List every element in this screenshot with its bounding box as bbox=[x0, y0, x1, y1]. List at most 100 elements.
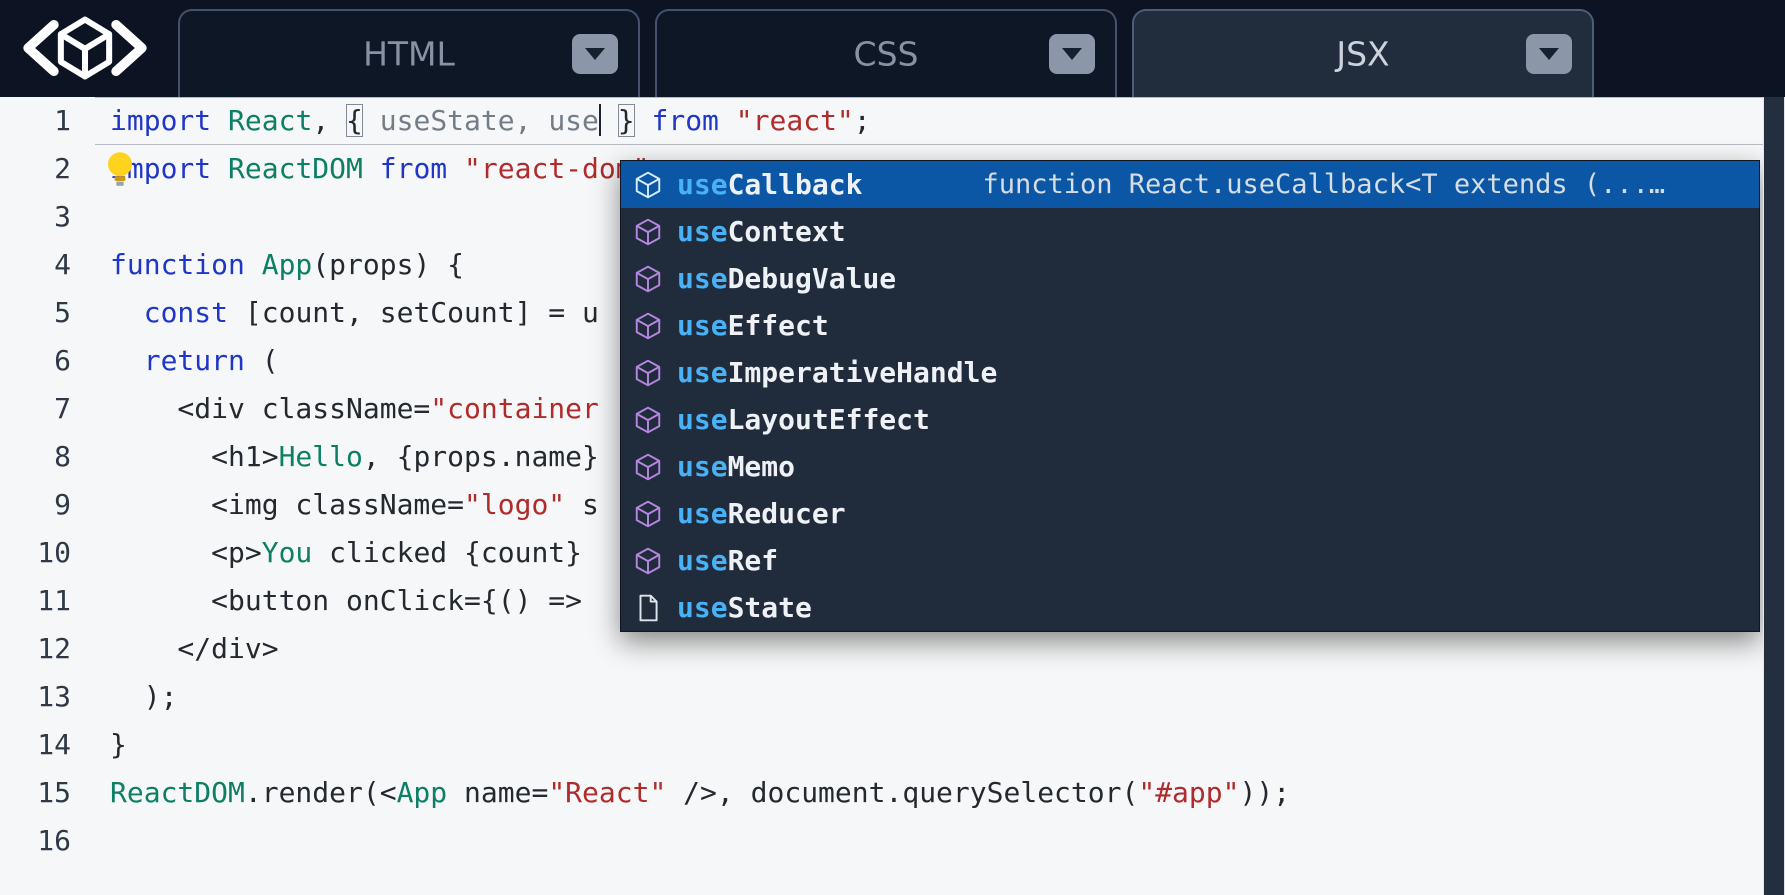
tab-html-dropdown-button[interactable] bbox=[572, 34, 618, 74]
code-line bbox=[95, 817, 1763, 865]
autocomplete-item[interactable]: useMemo bbox=[621, 443, 1759, 490]
code-token: return bbox=[144, 344, 245, 377]
autocomplete-item[interactable]: useDebugValue bbox=[621, 255, 1759, 302]
code-token: "react" bbox=[736, 104, 854, 137]
tab-jsx-dropdown-button[interactable] bbox=[1526, 34, 1572, 74]
completion-rest: Ref bbox=[728, 544, 779, 577]
code-token: } bbox=[618, 104, 635, 137]
line-number: 4 bbox=[0, 241, 95, 289]
chevron-down-icon bbox=[1062, 48, 1082, 60]
editor-tab-bar: HTML CSS JSX bbox=[0, 0, 1785, 97]
completion-match-prefix: use bbox=[677, 591, 728, 624]
code-cube-logo-icon[interactable] bbox=[16, 8, 154, 88]
code-token: <div className= bbox=[110, 392, 430, 425]
tab-css-dropdown-button[interactable] bbox=[1049, 34, 1095, 74]
code-token: "logo" bbox=[464, 488, 565, 521]
line-number: 8 bbox=[0, 433, 95, 481]
tab-jsx[interactable]: JSX bbox=[1132, 9, 1594, 97]
lightbulb-quickfix-icon[interactable] bbox=[105, 151, 135, 187]
scrollbar-thumb[interactable] bbox=[1764, 97, 1784, 895]
code-line: ReactDOM.render(<App name="React" />, do… bbox=[95, 769, 1763, 817]
code-line: ); bbox=[95, 673, 1763, 721]
code-token: .render(< bbox=[245, 776, 397, 809]
line-number: 14 bbox=[0, 721, 95, 769]
autocomplete-item[interactable]: useLayoutEffect bbox=[621, 396, 1759, 443]
code-line: </div> bbox=[95, 625, 1763, 673]
completion-rest: Context bbox=[728, 215, 846, 248]
code-token bbox=[363, 104, 380, 137]
completion-rest: State bbox=[728, 591, 812, 624]
line-number: 9 bbox=[0, 481, 95, 529]
code-token: "#app" bbox=[1138, 776, 1239, 809]
code-token bbox=[110, 344, 144, 377]
code-token: s bbox=[565, 488, 599, 521]
code-token: <img className= bbox=[110, 488, 464, 521]
completion-rest: Effect bbox=[728, 309, 829, 342]
line-number: 13 bbox=[0, 673, 95, 721]
code-token: } bbox=[110, 728, 127, 761]
code-token bbox=[719, 104, 736, 137]
completion-rest: Callback bbox=[728, 168, 863, 201]
autocomplete-item[interactable]: useState bbox=[621, 584, 1759, 631]
completion-match-prefix: use bbox=[677, 215, 728, 248]
tab-css-label: CSS bbox=[657, 35, 1115, 74]
chevron-down-icon bbox=[585, 48, 605, 60]
autocomplete-item[interactable]: useContext bbox=[621, 208, 1759, 255]
code-token: <h1> bbox=[110, 440, 279, 473]
code-token: "React" bbox=[548, 776, 666, 809]
code-token bbox=[363, 152, 380, 185]
line-number: 7 bbox=[0, 385, 95, 433]
tab-css[interactable]: CSS bbox=[655, 9, 1117, 97]
code-token: ; bbox=[854, 104, 871, 137]
code-token: ( bbox=[245, 344, 279, 377]
code-token bbox=[635, 104, 652, 137]
autocomplete-item[interactable]: useCallbackfunction React.useCallback<T … bbox=[621, 161, 1759, 208]
symbol-file-icon bbox=[633, 593, 663, 623]
code-token: <button onClick={() => bbox=[110, 584, 599, 617]
completion-rest: ImperativeHandle bbox=[728, 356, 998, 389]
autocomplete-item[interactable]: useImperativeHandle bbox=[621, 349, 1759, 396]
autocomplete-item[interactable]: useRef bbox=[621, 537, 1759, 584]
symbol-cube-icon bbox=[633, 358, 663, 388]
code-token: name= bbox=[447, 776, 548, 809]
autocomplete-item[interactable]: useEffect bbox=[621, 302, 1759, 349]
completion-match-prefix: use bbox=[677, 497, 728, 530]
autocomplete-item[interactable]: useReducer bbox=[621, 490, 1759, 537]
code-area[interactable]: import React, { useState, use } from "re… bbox=[95, 97, 1763, 895]
tab-html-label: HTML bbox=[180, 35, 638, 74]
completion-rest: Memo bbox=[728, 450, 795, 483]
tab-html[interactable]: HTML bbox=[178, 9, 640, 97]
code-token: />, document.querySelector( bbox=[666, 776, 1138, 809]
line-number: 16 bbox=[0, 817, 95, 865]
code-token: ReactDOM bbox=[228, 152, 363, 185]
code-token: <p> bbox=[110, 536, 262, 569]
code-token: { bbox=[346, 104, 363, 137]
code-editor[interactable]: 12345678910111213141516 import React, { … bbox=[0, 97, 1785, 895]
code-token: )); bbox=[1240, 776, 1291, 809]
line-number: 12 bbox=[0, 625, 95, 673]
completion-rest: DebugValue bbox=[728, 262, 897, 295]
completion-match-prefix: use bbox=[677, 262, 728, 295]
symbol-cube-icon bbox=[633, 405, 663, 435]
line-number: 15 bbox=[0, 769, 95, 817]
code-token: App bbox=[262, 248, 313, 281]
symbol-cube-icon bbox=[633, 264, 663, 294]
line-number: 11 bbox=[0, 577, 95, 625]
code-token: [count, setCount] = u bbox=[245, 296, 599, 329]
code-token bbox=[601, 104, 618, 137]
code-token: ReactDOM bbox=[110, 776, 245, 809]
line-number: 2 bbox=[0, 145, 95, 193]
completion-rest: Reducer bbox=[728, 497, 846, 530]
code-token: useState, use bbox=[380, 104, 599, 137]
code-token: React bbox=[228, 104, 312, 137]
code-token bbox=[447, 152, 464, 185]
line-number: 6 bbox=[0, 337, 95, 385]
editor-scrollbar[interactable] bbox=[1763, 97, 1785, 895]
code-line: } bbox=[95, 721, 1763, 769]
code-line: import React, { useState, use } from "re… bbox=[95, 97, 1763, 145]
line-number: 5 bbox=[0, 289, 95, 337]
code-token: const bbox=[144, 296, 245, 329]
line-number: 1 bbox=[0, 97, 95, 145]
code-token: You bbox=[262, 536, 313, 569]
code-token: App bbox=[397, 776, 448, 809]
